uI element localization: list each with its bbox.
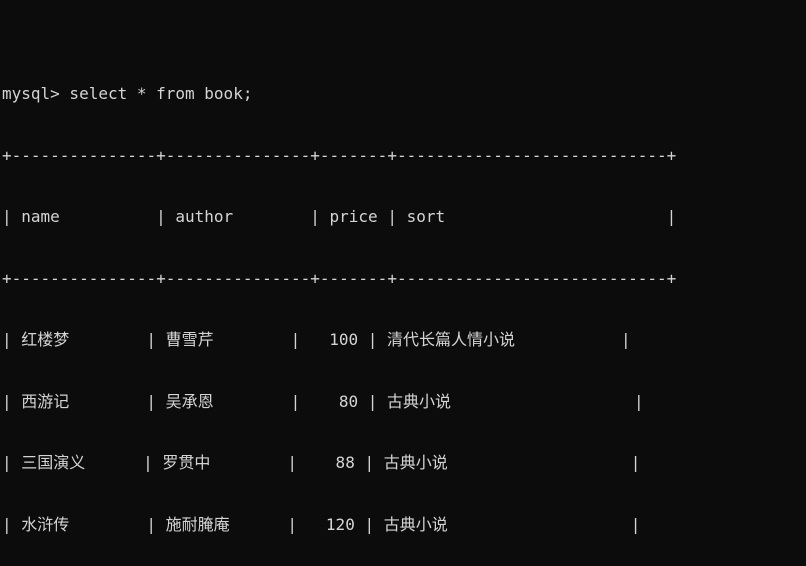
table-row: | 水浒传 | 施耐腌庵 | 120 | 古典小说 |: [2, 514, 641, 534]
table-1-header-separator: +---------------+---------------+-------…: [2, 268, 677, 288]
table-row: | 三国演义 | 罗贯中 | 88 | 古典小说 |: [2, 453, 641, 472]
command-line-select-1: mysql> select * from book;: [2, 84, 253, 103]
table-1-header-row: | name | author | price | sort |: [2, 207, 677, 226]
table-row: | 红楼梦 | 曹雪芹 | 100 | 清代长篇人情小说 |: [2, 330, 631, 349]
table-1-top-border: +---------------+---------------+-------…: [2, 145, 677, 165]
terminal-screen[interactable]: mysql> select * from book; +------------…: [0, 0, 806, 566]
table-row: | 西游记 | 吴承恩 | 80 | 古典小说 |: [2, 391, 644, 411]
